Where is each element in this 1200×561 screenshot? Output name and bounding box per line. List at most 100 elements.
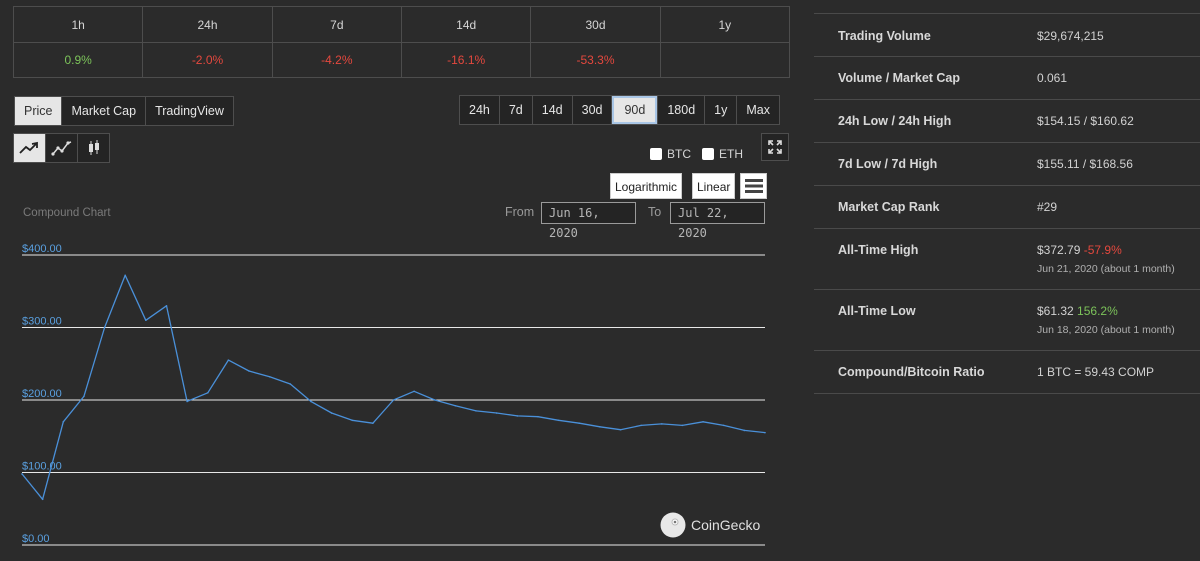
price-point bbox=[227, 359, 230, 361]
price-point bbox=[372, 422, 374, 424]
chart-menu-button[interactable] bbox=[740, 173, 767, 199]
stat-label: Volume / Market Cap bbox=[838, 71, 961, 85]
chart-title: Compound Chart bbox=[23, 207, 111, 219]
checkbox-icon bbox=[650, 148, 662, 160]
price-point bbox=[661, 423, 663, 425]
price-point bbox=[206, 391, 209, 394]
change-value: 0.9% bbox=[12, 42, 144, 78]
candlestick-icon[interactable] bbox=[77, 133, 110, 163]
stat-label: 24h Low / 24h High bbox=[838, 114, 952, 128]
tab-market-cap[interactable]: Market Cap bbox=[61, 96, 147, 126]
price-point bbox=[433, 399, 436, 401]
range-1y-button[interactable]: 1y bbox=[704, 95, 738, 125]
ath-date: Jun 21, 2020 (about 1 month) bbox=[1037, 263, 1175, 275]
change-value: -2.0% bbox=[142, 42, 273, 78]
smooth-line-icon[interactable] bbox=[45, 133, 78, 163]
price-point bbox=[248, 370, 250, 372]
change-value: -16.1% bbox=[400, 42, 532, 78]
price-point bbox=[557, 419, 560, 422]
linear-button[interactable]: Linear bbox=[692, 173, 736, 199]
price-point bbox=[41, 498, 44, 501]
stat-label: All-Time High bbox=[838, 243, 919, 257]
compare-eth-checkbox[interactable]: ETH bbox=[702, 147, 743, 161]
compare-eth-label: ETH bbox=[719, 147, 743, 161]
y-tick-label: $0.00 bbox=[22, 533, 50, 545]
view-tabs: Price Market Cap TradingView bbox=[14, 96, 234, 126]
price-point bbox=[495, 412, 498, 414]
stat-value: $154.15 / $160.62 bbox=[1037, 114, 1134, 128]
stat-market-cap-rank: Market Cap Rank #29 bbox=[814, 186, 1200, 229]
change-header: 24h bbox=[142, 6, 273, 43]
stat-label: Market Cap Rank bbox=[838, 200, 940, 214]
price-point bbox=[537, 415, 539, 418]
from-date-input[interactable]: Jun 16, 2020 bbox=[541, 202, 636, 240]
stat-value: $155.11 / $168.56 bbox=[1037, 157, 1133, 171]
price-point bbox=[599, 426, 601, 428]
stat-label: All-Time Low bbox=[838, 304, 916, 318]
stat-trading-volume: Trading Volume $29,674,215 bbox=[814, 13, 1200, 57]
stat-value: $372.79 bbox=[1037, 243, 1081, 257]
price-point bbox=[578, 422, 581, 424]
price-change-table: 1h 24h 7d 14d 30d 1y 0.9% -2.0% -4.2% -1… bbox=[12, 6, 791, 78]
y-tick-label: $300.00 bbox=[22, 316, 62, 328]
price-point bbox=[103, 326, 106, 329]
price-point bbox=[83, 395, 85, 398]
atl-change: 156.2% bbox=[1077, 304, 1118, 318]
line-chart-icon[interactable] bbox=[13, 133, 46, 163]
atl-date: Jun 18, 2020 (about 1 month) bbox=[1037, 324, 1175, 336]
price-point bbox=[392, 399, 395, 401]
change-value: -53.3% bbox=[530, 42, 661, 78]
y-tick-label: $400.00 bbox=[22, 243, 62, 255]
price-point bbox=[702, 420, 704, 423]
range-7d-button[interactable]: 7d bbox=[498, 95, 533, 125]
coingecko-logo-icon bbox=[660, 512, 686, 538]
price-point bbox=[21, 473, 23, 475]
range-24h-button[interactable]: 24h bbox=[459, 95, 500, 125]
change-header-row: 1h 24h 7d 14d 30d 1y bbox=[12, 6, 791, 43]
change-value: -4.2% bbox=[271, 42, 402, 78]
price-point bbox=[351, 419, 354, 422]
price-point bbox=[165, 304, 168, 307]
tab-price[interactable]: Price bbox=[14, 96, 63, 126]
stat-label: Compound/Bitcoin Ratio bbox=[838, 365, 985, 379]
price-line bbox=[21, 274, 766, 500]
fullscreen-icon[interactable] bbox=[761, 133, 789, 161]
to-date-input[interactable]: Jul 22, 2020 bbox=[670, 202, 765, 240]
price-point bbox=[516, 415, 519, 417]
price-point bbox=[62, 420, 65, 423]
stat-value: $29,674,215 bbox=[1037, 29, 1104, 43]
price-point bbox=[310, 400, 312, 403]
y-tick-label: $200.00 bbox=[22, 388, 62, 400]
range-30d-button[interactable]: 30d bbox=[571, 95, 613, 125]
stat-volume-market-cap: Volume / Market Cap 0.061 bbox=[814, 57, 1200, 100]
range-90d-button[interactable]: 90d bbox=[611, 95, 659, 125]
compare-btc-checkbox[interactable]: BTC bbox=[650, 147, 691, 161]
price-point bbox=[619, 428, 622, 431]
price-point bbox=[743, 429, 746, 432]
stat-all-time-low: All-Time Low $61.32 156.2% Jun 18, 2020 … bbox=[814, 290, 1200, 351]
change-value bbox=[659, 42, 791, 78]
stat-7d-range: 7d Low / 7d High $155.11 / $168.56 bbox=[814, 143, 1200, 186]
price-point bbox=[454, 405, 457, 407]
range-max-button[interactable]: Max bbox=[736, 95, 780, 125]
change-header: 14d bbox=[400, 6, 532, 43]
tab-tradingview[interactable]: TradingView bbox=[145, 96, 234, 126]
stat-value: #29 bbox=[1037, 200, 1058, 214]
stat-label: Trading Volume bbox=[838, 29, 931, 43]
range-180d-button[interactable]: 180d bbox=[657, 95, 706, 125]
chart-style-group bbox=[13, 133, 110, 163]
price-point bbox=[764, 431, 766, 434]
y-tick-label: $100.00 bbox=[22, 461, 62, 473]
stat-btc-ratio: Compound/Bitcoin Ratio 1 BTC = 59.43 COM… bbox=[814, 351, 1200, 394]
change-header: 30d bbox=[530, 6, 661, 43]
range-tabs: 24h 7d 14d 30d 90d 180d 1y Max bbox=[459, 95, 780, 125]
stat-all-time-high: All-Time High $372.79 -57.9% Jun 21, 202… bbox=[814, 229, 1200, 290]
price-point bbox=[289, 383, 292, 385]
price-point bbox=[186, 400, 188, 403]
price-point bbox=[268, 376, 271, 378]
price-point bbox=[145, 319, 147, 322]
watermark-text: CoinGecko bbox=[691, 517, 761, 533]
logarithmic-button[interactable]: Logarithmic bbox=[610, 173, 683, 199]
checkbox-icon bbox=[702, 148, 714, 160]
range-14d-button[interactable]: 14d bbox=[531, 95, 573, 125]
